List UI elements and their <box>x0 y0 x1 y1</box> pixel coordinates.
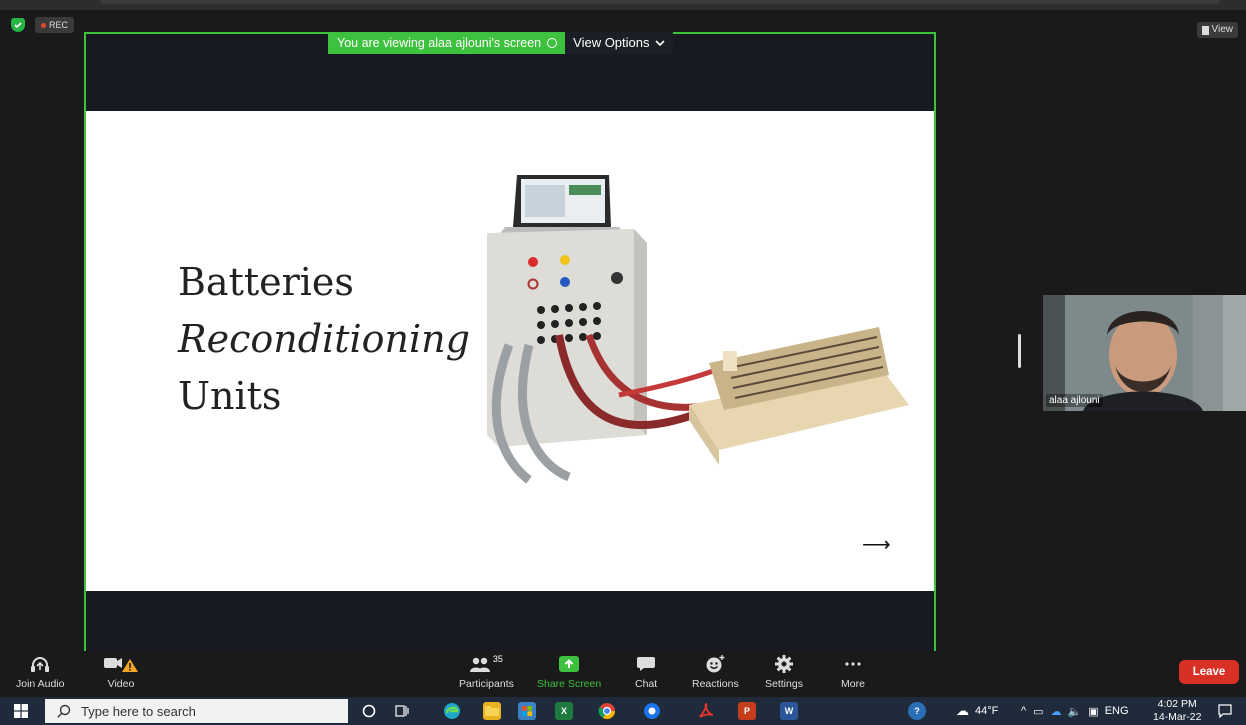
file-explorer-icon[interactable] <box>483 702 501 720</box>
volume-icon: 🔈 <box>1067 705 1082 718</box>
search-placeholder: Type here to search <box>81 703 196 719</box>
cortana-icon[interactable] <box>360 702 378 720</box>
weather-temp: 44°F <box>975 705 999 717</box>
presentation-slide: Batteries Reconditioning Units ⟶ <box>86 111 934 591</box>
share-status: You are viewing alaa ajlouni's screen <box>328 32 566 54</box>
action-center-icon[interactable] <box>1216 702 1234 720</box>
participants-button[interactable]: 35 Participants <box>459 651 514 694</box>
network-icon: ▭ <box>1033 705 1044 718</box>
clock-date: 14-Mar-22 <box>1153 711 1202 723</box>
view-button[interactable]: View <box>1196 22 1238 38</box>
cloud-icon: ☁ <box>956 703 969 718</box>
task-view-icon[interactable] <box>393 702 411 720</box>
leave-button[interactable]: Leave <box>1179 660 1239 684</box>
share-status-text: You are viewing alaa ajlouni's screen <box>337 36 542 50</box>
ellipsis-icon <box>844 655 862 673</box>
powerpoint-icon[interactable]: P <box>738 702 756 720</box>
windows-taskbar: Type here to search X P W ? ☁ 44°F ^ ▭ ☁ … <box>0 697 1246 725</box>
security-shield-icon[interactable] <box>11 18 25 32</box>
acrobat-icon[interactable] <box>697 702 715 720</box>
word-icon[interactable]: W <box>780 702 798 720</box>
chat-icon <box>637 655 656 673</box>
chrome-profile-icon[interactable] <box>643 702 661 720</box>
slide-next-arrow: ⟶ <box>862 534 891 556</box>
share-screen-button[interactable]: Share Screen <box>537 651 601 694</box>
more-label: More <box>841 678 865 690</box>
help-icon[interactable]: ? <box>908 702 926 720</box>
status-circle-icon <box>547 38 558 48</box>
language-indicator: ENG <box>1104 705 1129 717</box>
slide-title: Batteries Reconditioning Units <box>178 254 470 425</box>
participants-icon: 35 <box>469 654 503 673</box>
slide-title-line3: Units <box>178 374 282 418</box>
speaker-name: alaa ajlouni <box>1046 394 1103 407</box>
slide-title-line2: Reconditioning <box>178 317 470 361</box>
more-button[interactable]: More <box>841 651 865 694</box>
tab-bar <box>100 0 1220 4</box>
meeting-controls-bar: Join Audio Video 35 Participants Share S… <box>0 651 1246 694</box>
view-options-button[interactable]: View Options <box>565 32 673 54</box>
video-label: Video <box>107 678 135 690</box>
excel-icon[interactable]: X <box>555 702 573 720</box>
battery-unit-image <box>469 165 909 495</box>
search-icon <box>57 704 71 718</box>
chevron-down-icon <box>654 39 665 46</box>
reactions-label: Reactions <box>692 678 739 690</box>
share-screen-icon <box>559 655 580 673</box>
join-audio-label: Join Audio <box>16 678 65 690</box>
slide-title-line1: Batteries <box>178 260 354 304</box>
recording-indicator: REC <box>35 17 75 33</box>
notification-badge-icon: ▣ <box>1088 705 1099 718</box>
gear-icon <box>774 655 793 673</box>
windows-start-icon[interactable] <box>14 704 28 723</box>
participants-label: Participants <box>459 678 514 690</box>
join-audio-button[interactable]: Join Audio <box>16 651 64 694</box>
clock-time: 4:02 PM <box>1157 698 1197 710</box>
top-window-strip <box>0 0 1246 10</box>
view-options-label: View Options <box>573 35 650 50</box>
camera-warning-icon <box>104 655 138 673</box>
settings-label: Settings <box>765 678 803 690</box>
share-screen-label: Share Screen <box>537 678 602 690</box>
settings-button[interactable]: Settings <box>765 651 803 694</box>
video-button[interactable]: Video <box>104 651 138 694</box>
onedrive-icon: ☁ <box>1050 705 1062 718</box>
chrome-icon[interactable] <box>598 702 616 720</box>
chevron-up-icon: ^ <box>1021 705 1027 717</box>
weather-widget[interactable]: ☁ 44°F <box>956 697 998 725</box>
participants-count: 35 <box>492 654 503 664</box>
chat-label: Chat <box>635 678 658 690</box>
speaker-video[interactable]: alaa ajlouni <box>1043 295 1246 411</box>
system-tray-icons[interactable]: ^ ▭ ☁ 🔈 ▣ ENG <box>1021 697 1129 725</box>
view-label: View <box>1211 24 1234 35</box>
panel-resize-handle[interactable] <box>1018 334 1021 368</box>
headphones-icon <box>30 655 50 673</box>
reactions-button[interactable]: Reactions <box>692 651 739 694</box>
reactions-icon <box>705 655 725 673</box>
edge-icon[interactable] <box>443 702 461 720</box>
taskbar-clock[interactable]: 4:02 PM 14-Mar-22 <box>1153 698 1201 724</box>
share-banner: You are viewing alaa ajlouni's screen Vi… <box>328 32 673 54</box>
chat-button[interactable]: Chat <box>635 651 657 694</box>
store-icon[interactable] <box>518 702 536 720</box>
rec-label: REC <box>49 20 69 30</box>
record-dot-icon <box>41 22 46 28</box>
view-layout-icon <box>1201 25 1209 35</box>
taskbar-search-input[interactable]: Type here to search <box>45 699 348 723</box>
